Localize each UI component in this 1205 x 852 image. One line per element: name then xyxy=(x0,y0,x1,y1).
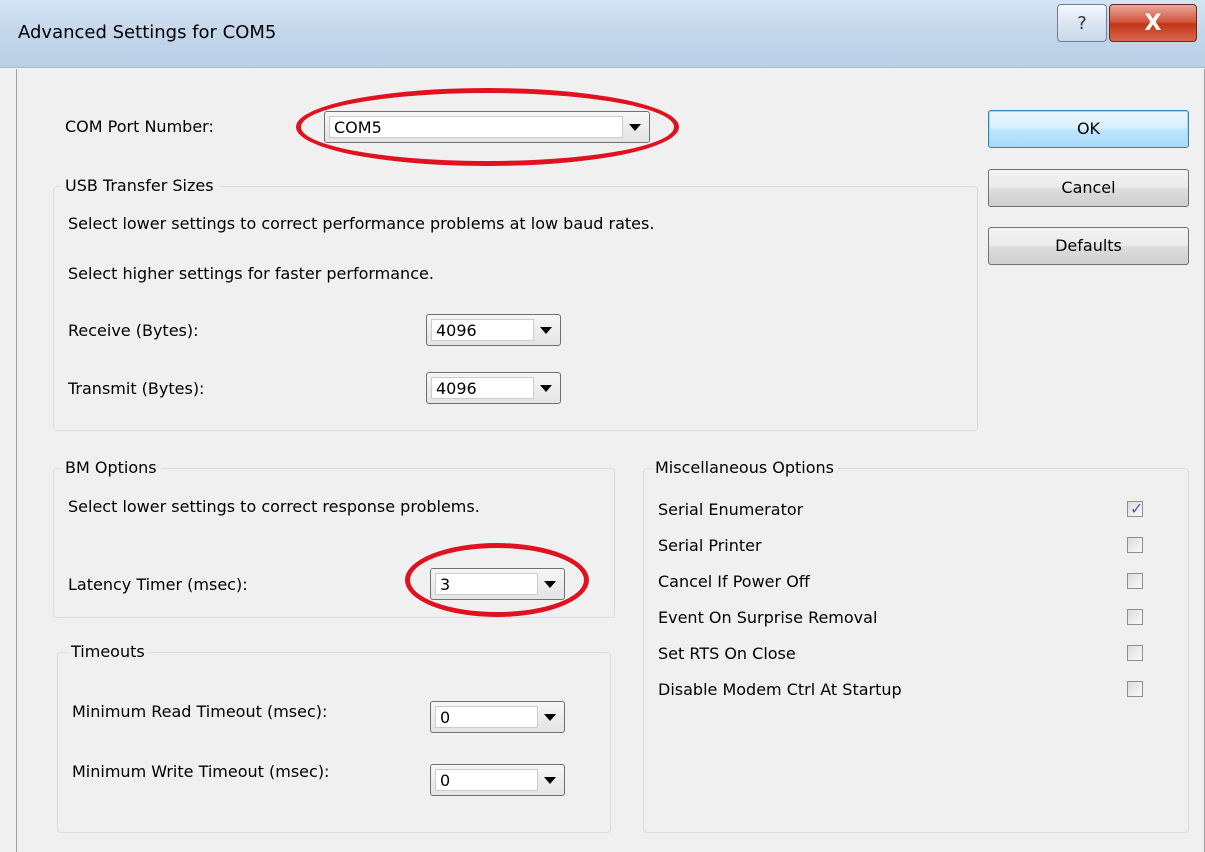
misc-option-checkbox[interactable] xyxy=(1127,645,1143,661)
misc-option-row[interactable]: Set RTS On Close xyxy=(658,641,1178,673)
com-port-select[interactable]: COM5 xyxy=(324,111,650,143)
chevron-down-icon xyxy=(540,385,552,392)
help-button[interactable]: ? xyxy=(1057,4,1107,42)
bm-options-hint: Select lower settings to correct respons… xyxy=(68,497,480,516)
misc-option-checkbox[interactable] xyxy=(1127,681,1143,697)
timeouts-group xyxy=(57,652,611,833)
chevron-down-icon xyxy=(544,581,556,588)
misc-option-row[interactable]: Serial Printer xyxy=(658,533,1178,565)
latency-timer-select[interactable]: 3 xyxy=(430,568,565,600)
chevron-down-icon xyxy=(544,777,556,784)
misc-option-row[interactable]: Disable Modem Ctrl At Startup xyxy=(658,677,1178,709)
misc-option-row[interactable]: Cancel If Power Off xyxy=(658,569,1178,601)
misc-option-checkbox[interactable] xyxy=(1127,537,1143,553)
receive-value: 4096 xyxy=(431,319,534,341)
cancel-button[interactable]: Cancel xyxy=(988,169,1189,207)
min-read-timeout-label: Minimum Read Timeout (msec): xyxy=(72,702,328,721)
misc-options-caption: Miscellaneous Options xyxy=(651,458,838,477)
transmit-label: Transmit (Bytes): xyxy=(68,379,205,398)
title-bar: Advanced Settings for COM5 ? X xyxy=(0,0,1205,68)
min-write-timeout-select[interactable]: 0 xyxy=(430,764,565,796)
misc-option-label: Serial Enumerator xyxy=(658,500,804,519)
misc-option-label: Event On Surprise Removal xyxy=(658,608,878,627)
transmit-value: 4096 xyxy=(431,377,534,399)
dialog-body: COM Port Number: COM5 OK Cancel Defaults… xyxy=(16,69,1205,852)
chevron-down-icon xyxy=(540,327,552,334)
misc-option-checkbox[interactable]: ✓ xyxy=(1127,499,1144,518)
chevron-down-icon xyxy=(544,714,556,721)
checkmark-icon: ✓ xyxy=(1130,499,1144,518)
latency-timer-value: 3 xyxy=(435,573,538,595)
receive-select[interactable]: 4096 xyxy=(426,314,561,346)
defaults-button[interactable]: Defaults xyxy=(988,227,1189,265)
usb-transfer-hint-higher: Select higher settings for faster perfor… xyxy=(68,264,434,283)
min-read-timeout-select[interactable]: 0 xyxy=(430,701,565,733)
com-port-value: COM5 xyxy=(329,116,623,138)
receive-label: Receive (Bytes): xyxy=(68,321,199,340)
bm-options-caption: BM Options xyxy=(61,458,161,477)
misc-option-label: Cancel If Power Off xyxy=(658,572,810,591)
min-write-timeout-value: 0 xyxy=(435,769,538,791)
misc-option-row[interactable]: Event On Surprise Removal xyxy=(658,605,1178,637)
transmit-select[interactable]: 4096 xyxy=(426,372,561,404)
close-icon: X xyxy=(1144,10,1162,36)
misc-option-checkbox[interactable] xyxy=(1127,573,1143,589)
usb-transfer-hint-lower: Select lower settings to correct perform… xyxy=(68,214,655,233)
misc-option-label: Set RTS On Close xyxy=(658,644,796,663)
min-write-timeout-label: Minimum Write Timeout (msec): xyxy=(72,762,330,781)
latency-timer-label: Latency Timer (msec): xyxy=(68,575,248,594)
com-port-label: COM Port Number: xyxy=(65,117,214,136)
misc-option-label: Serial Printer xyxy=(658,536,762,555)
misc-option-label: Disable Modem Ctrl At Startup xyxy=(658,680,902,699)
misc-option-row[interactable]: Serial Enumerator ✓ xyxy=(658,497,1178,529)
window-title: Advanced Settings for COM5 xyxy=(18,22,277,43)
close-button[interactable]: X xyxy=(1109,4,1197,42)
timeouts-caption: Timeouts xyxy=(67,642,149,661)
usb-transfer-caption: USB Transfer Sizes xyxy=(61,176,218,195)
misc-option-checkbox[interactable] xyxy=(1127,609,1143,625)
help-icon: ? xyxy=(1077,12,1087,34)
chevron-down-icon xyxy=(629,124,641,131)
min-read-timeout-value: 0 xyxy=(435,706,538,728)
ok-button[interactable]: OK xyxy=(988,110,1189,148)
